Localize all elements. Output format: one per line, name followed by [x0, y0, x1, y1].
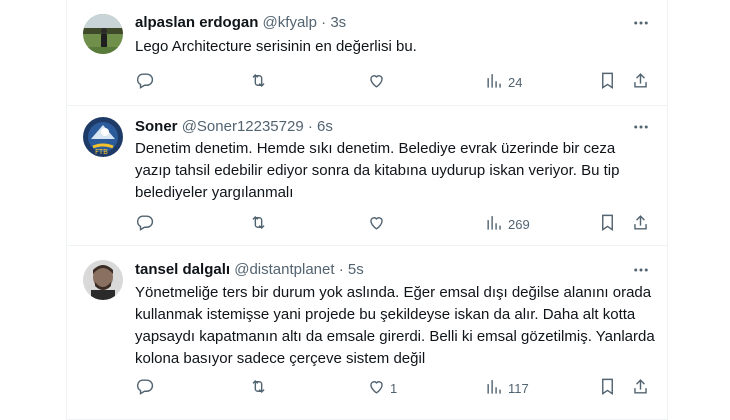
bookmark-icon [598, 377, 617, 399]
reply-icon [135, 71, 154, 93]
reply-button[interactable] [135, 377, 158, 399]
reply-icon [135, 213, 154, 235]
tweet-actions: 24 [135, 71, 647, 93]
share-button[interactable] [631, 71, 650, 93]
separator: · [321, 14, 327, 31]
tweet[interactable]: FTB Soner @Soner12235729 · 6s Denetim de… [67, 106, 667, 246]
bookmark-button[interactable] [598, 213, 617, 235]
retweet-icon [249, 71, 268, 93]
reply-icon [135, 377, 154, 399]
more-icon[interactable] [631, 117, 651, 137]
author-name[interactable]: tansel dalgalı [135, 261, 230, 278]
views-button[interactable]: 24 [485, 71, 522, 93]
tweet-text: Denetim denetim. Hemde sıkı denetim. Bel… [135, 140, 620, 201]
retweet-icon [249, 213, 268, 235]
author-handle[interactable]: @kfyalp [263, 14, 317, 31]
separator: · [307, 118, 313, 135]
share-icon [631, 213, 650, 235]
tweet-actions: 1 117 [135, 377, 647, 399]
views-icon [485, 71, 504, 93]
retweet-button[interactable] [249, 377, 272, 399]
avatar[interactable] [83, 260, 123, 300]
author-handle[interactable]: @distantplanet [234, 261, 334, 278]
tweet-actions: 269 [135, 213, 647, 235]
reply-button[interactable] [135, 213, 158, 235]
like-icon [367, 213, 386, 235]
views-button[interactable]: 117 [485, 377, 529, 399]
views-icon [485, 377, 504, 399]
tweet-header: tansel dalgalı @distantplanet · 5s [135, 260, 364, 280]
tweet-text: Lego Architecture serisinin en değerlisi… [135, 38, 417, 55]
views-icon [485, 213, 504, 235]
share-button[interactable] [631, 377, 650, 399]
like-count: 1 [390, 380, 398, 396]
tweet-header: Soner @Soner12235729 · 6s [135, 117, 333, 137]
tweet[interactable]: alpaslan erdogan @kfyalp · 3s Lego Archi… [67, 0, 667, 106]
views-count: 269 [508, 216, 530, 232]
bookmark-icon [598, 71, 617, 93]
reply-button[interactable] [135, 71, 158, 93]
retweet-icon [249, 377, 268, 399]
timestamp[interactable]: 5s [348, 261, 364, 278]
avatar[interactable]: FTB [83, 117, 123, 157]
author-name[interactable]: alpaslan erdogan [135, 14, 258, 31]
timestamp[interactable]: 6s [317, 118, 333, 135]
share-button[interactable] [631, 213, 650, 235]
more-icon[interactable] [631, 260, 651, 280]
more-icon[interactable] [631, 13, 651, 33]
retweet-button[interactable] [249, 213, 272, 235]
separator: · [338, 261, 344, 278]
views-count: 24 [508, 74, 523, 90]
timeline: alpaslan erdogan @kfyalp · 3s Lego Archi… [66, 0, 668, 420]
author-handle[interactable]: @Soner12235729 [182, 118, 304, 135]
tweet-text: Yönetmeliğe ters bir durum yok aslında. … [135, 284, 655, 367]
like-button[interactable]: 1 [367, 377, 397, 399]
like-icon [367, 377, 386, 399]
like-icon [367, 71, 386, 93]
retweet-button[interactable] [249, 71, 272, 93]
like-button[interactable] [367, 213, 390, 235]
bookmark-button[interactable] [598, 377, 617, 399]
bookmark-button[interactable] [598, 71, 617, 93]
views-count: 117 [508, 380, 529, 396]
tweet-header: alpaslan erdogan @kfyalp · 3s [135, 13, 346, 33]
bookmark-icon [598, 213, 617, 235]
like-button[interactable] [367, 71, 390, 93]
author-name[interactable]: Soner [135, 118, 178, 135]
svg-text:FTB: FTB [95, 148, 108, 156]
share-icon [631, 377, 650, 399]
tweet[interactable]: tansel dalgalı @distantplanet · 5s Yönet… [67, 246, 667, 420]
timestamp[interactable]: 3s [330, 14, 346, 31]
share-icon [631, 71, 650, 93]
views-button[interactable]: 269 [485, 213, 530, 235]
avatar[interactable] [83, 14, 123, 54]
